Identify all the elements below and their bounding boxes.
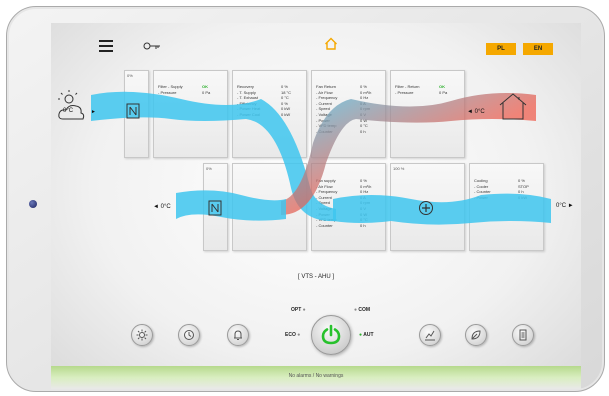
settings-icon [136,329,148,341]
eco-button[interactable] [465,324,487,346]
mode-eco-label: ECO [285,332,296,338]
mode-aut-dot: ● [359,332,363,338]
damper-icon[interactable] [126,103,140,124]
mode-eco[interactable]: ECO ● [285,332,300,338]
leaf-icon [471,330,481,340]
tablet-frame: PL EN 0% Filter - Supply OK - Pressure 0 P… [6,6,605,392]
mode-com-dot: ● [354,307,358,313]
mode-com[interactable]: ● COM [354,307,370,313]
outdoor-temp: 0°C [63,108,74,114]
outdoor-arrow-icon: ► [91,109,96,115]
schedule-icon [184,330,194,340]
charts-button[interactable] [419,324,441,346]
mode-opt[interactable]: OPT ● [291,307,306,313]
return-temp: ◄ 0°C [467,109,485,115]
house-icon [498,91,528,126]
heater-icon[interactable] [418,200,434,221]
report-icon [519,329,527,341]
supply-temp: 0°C ► [556,203,574,209]
mode-opt-label: OPT [291,307,302,313]
schedule-button[interactable] [178,324,200,346]
chart-icon [425,330,435,341]
exhaust-temp: ◄ 0°C [153,204,171,210]
settings-button[interactable] [131,324,153,346]
mode-aut[interactable]: ● AUT [359,332,374,338]
reports-button[interactable] [512,324,534,346]
status-bar: No alarms / No warnings [51,366,581,389]
alarm-bell-icon [234,330,242,340]
status-text: No alarms / No warnings [288,373,344,379]
mode-eco-dot: ● [297,332,301,338]
alarms-button[interactable] [227,324,249,346]
mode-com-label: COM [358,307,371,313]
airflow-diagram [91,91,551,225]
power-button[interactable] [311,315,351,355]
exhaust-air-band [176,190,286,221]
camera-dot [29,200,37,208]
mode-opt-dot: ● [302,307,306,313]
supply-air-band [333,193,551,225]
power-icon [321,324,341,345]
mode-aut-label: AUT [363,332,374,338]
hmi-screen: PL EN 0% Filter - Supply OK - Pressure 0 P… [51,23,581,389]
exhaust-damper-icon[interactable] [208,200,222,221]
unit-title: [ VTS - AHU ] [297,274,334,280]
